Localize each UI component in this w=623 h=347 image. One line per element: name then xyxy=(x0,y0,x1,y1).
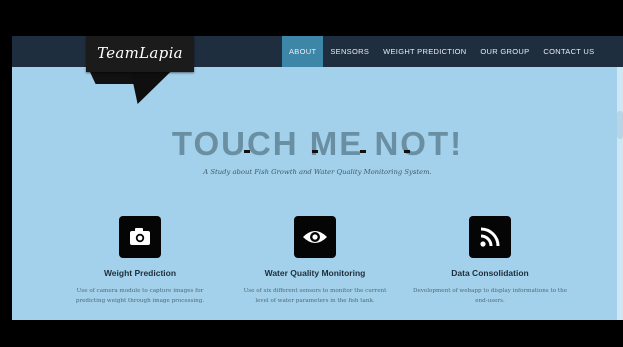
camera-icon xyxy=(119,216,161,258)
feature-description-line: Use of camera module to capture images f… xyxy=(76,288,204,294)
logo-text[interactable]: TeamLapia xyxy=(86,44,194,62)
nav-item-our-group[interactable]: OUR GROUP xyxy=(473,36,536,67)
eye-icon xyxy=(294,216,336,258)
hero-subtitle: A Study about Fish Growth and Water Qual… xyxy=(203,168,432,176)
feature-description: Development of webapp to display informa… xyxy=(405,286,575,306)
nav-item-contact-us[interactable]: CONTACT US xyxy=(536,36,601,67)
feature-water-quality: Water Quality Monitoring Use of six diff… xyxy=(230,216,400,306)
scrollbar-thumb[interactable] xyxy=(617,111,623,139)
feature-description-line: predicting weight through image processi… xyxy=(75,298,205,304)
feature-description-line: Use of six different sensors to monitor … xyxy=(243,288,387,294)
feature-title: Water Quality Monitoring xyxy=(264,268,366,278)
nav-item-weight-prediction[interactable]: WEIGHT PREDICTION xyxy=(376,36,473,67)
artifact-mark xyxy=(360,150,366,153)
feature-description-line: level of water parameters in the fish ta… xyxy=(255,298,375,304)
feature-data-consolidation: Data Consolidation Development of webapp… xyxy=(405,216,575,306)
feature-description: Use of six different sensors to monitor … xyxy=(230,286,400,306)
nav-item-sensors[interactable]: SENSORS xyxy=(323,36,376,67)
feature-description: Use of camera module to capture images f… xyxy=(55,286,225,306)
feature-description-line: end-users. xyxy=(475,298,505,304)
feature-weight-prediction: Weight Prediction Use of camera module t… xyxy=(55,216,225,306)
letterbox-bottom xyxy=(0,320,623,347)
artifact-mark xyxy=(244,150,250,153)
letterbox-top xyxy=(0,0,623,36)
artifact-mark xyxy=(312,150,318,153)
main-nav: ABOUT SENSORS WEIGHT PREDICTION OUR GROU… xyxy=(282,36,601,67)
nav-item-about[interactable]: ABOUT xyxy=(282,36,324,67)
feature-description-line: Development of webapp to display informa… xyxy=(412,288,568,294)
logo-ribbon-tail xyxy=(125,70,173,104)
feature-title: Weight Prediction xyxy=(103,268,177,278)
vertical-scrollbar[interactable] xyxy=(617,67,623,320)
hero-title-artifacts xyxy=(12,150,623,160)
artifact-mark xyxy=(404,150,410,153)
page-viewport: ABOUT SENSORS WEIGHT PREDICTION OUR GROU… xyxy=(12,36,623,320)
feature-title: Data Consolidation xyxy=(451,268,529,278)
rss-icon xyxy=(469,216,511,258)
